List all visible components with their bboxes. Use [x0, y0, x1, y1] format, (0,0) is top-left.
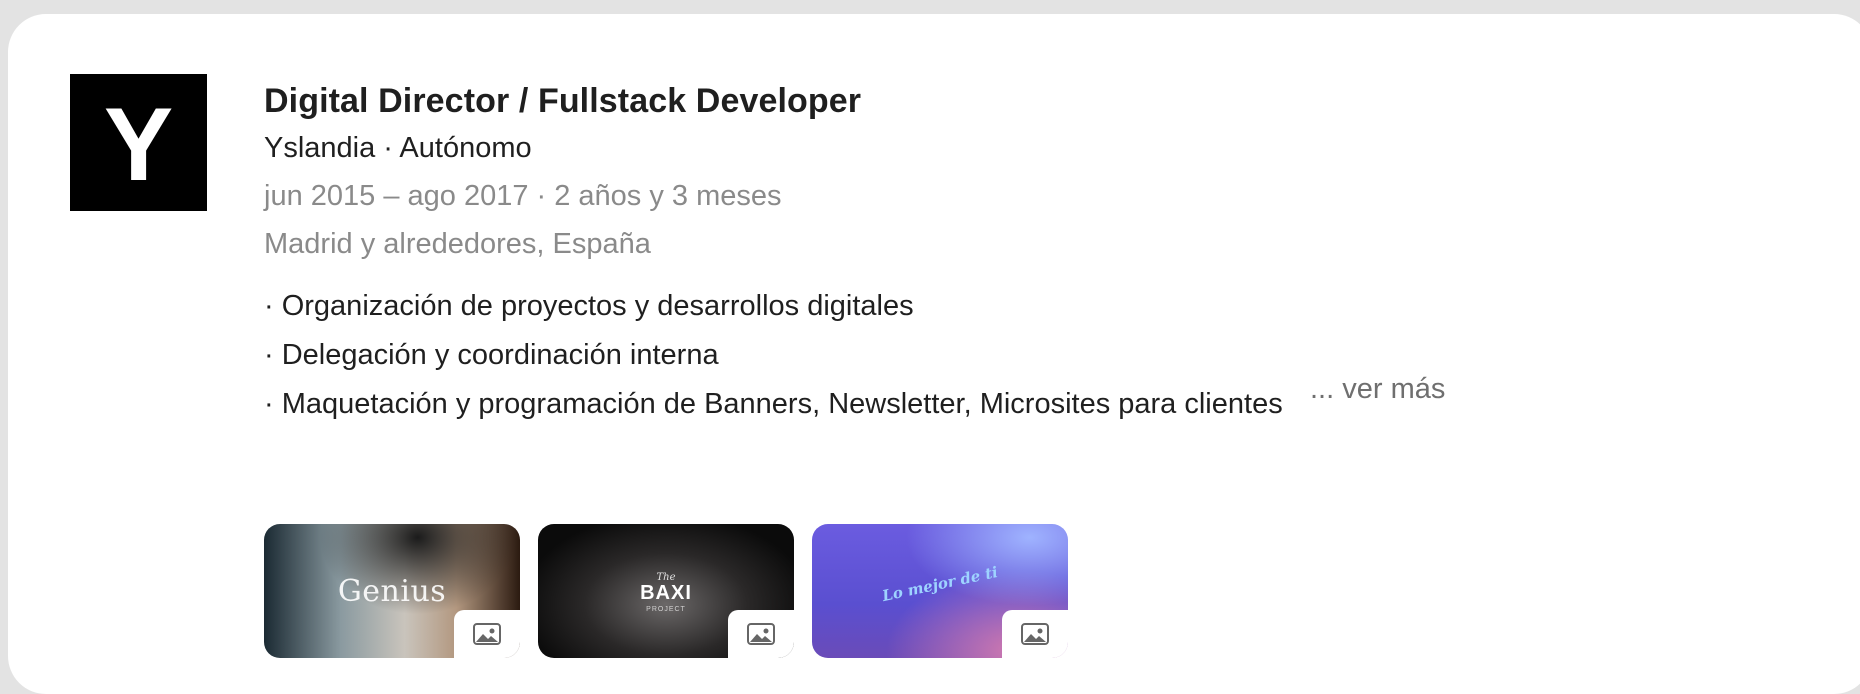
media-gallery: Genius The BAXI PROJECT Lo mejor de ti: [264, 524, 1068, 658]
experience-card: Y Digital Director / Fullstack Developer…: [8, 14, 1860, 694]
description-line: · Organización de proyectos y desarrollo…: [264, 290, 914, 322]
image-icon: [728, 610, 794, 658]
media-title: Lo mejor de ti: [880, 562, 1000, 606]
company-logo-letter: Y: [103, 86, 174, 203]
media-thumbnail[interactable]: Genius: [264, 524, 520, 658]
description-line: · Maquetación y programación de Banners,…: [264, 388, 1283, 420]
media-thumbnail[interactable]: Lo mejor de ti: [812, 524, 1068, 658]
media-title: BAXI: [640, 582, 692, 604]
image-icon: [1002, 610, 1068, 658]
company-line: Yslandia · Autónomo: [264, 132, 532, 164]
job-location: Madrid y alrededores, España: [264, 228, 651, 260]
job-description: · Organización de proyectos y desarrollo…: [264, 282, 1724, 429]
date-range: jun 2015 – ago 2017 · 2 años y 3 meses: [264, 180, 782, 212]
company-logo[interactable]: Y: [70, 74, 207, 211]
media-thumbnail[interactable]: The BAXI PROJECT: [538, 524, 794, 658]
description-line: · Delegación y coordinación interna: [264, 339, 719, 371]
experience-details: Digital Director / Fullstack Developer Y…: [264, 78, 1724, 429]
job-title: Digital Director / Fullstack Developer: [264, 82, 862, 120]
image-icon: [454, 610, 520, 658]
see-more-link[interactable]: ... ver más: [1310, 373, 1445, 406]
media-title: Genius: [337, 574, 447, 609]
